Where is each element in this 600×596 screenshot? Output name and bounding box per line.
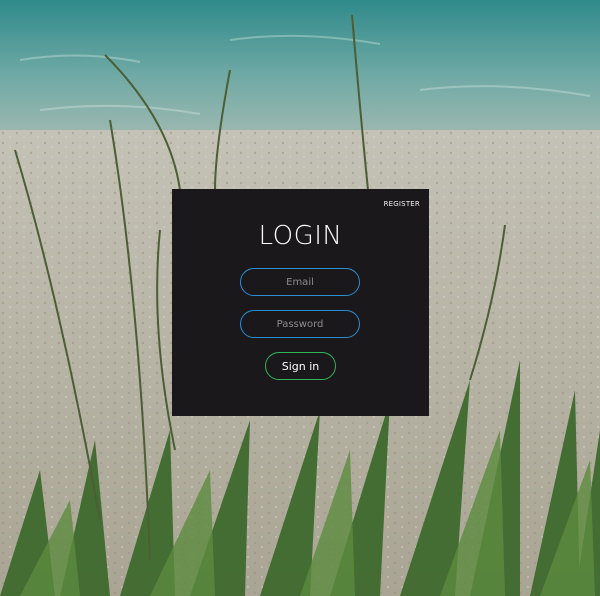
password-field[interactable]	[240, 310, 360, 338]
login-card: REGISTER LOGIN Sign in	[172, 189, 429, 416]
login-title: LOGIN	[258, 221, 343, 251]
sign-in-button[interactable]: Sign in	[265, 352, 336, 380]
email-field[interactable]	[240, 268, 360, 296]
register-link[interactable]: REGISTER	[384, 200, 420, 208]
